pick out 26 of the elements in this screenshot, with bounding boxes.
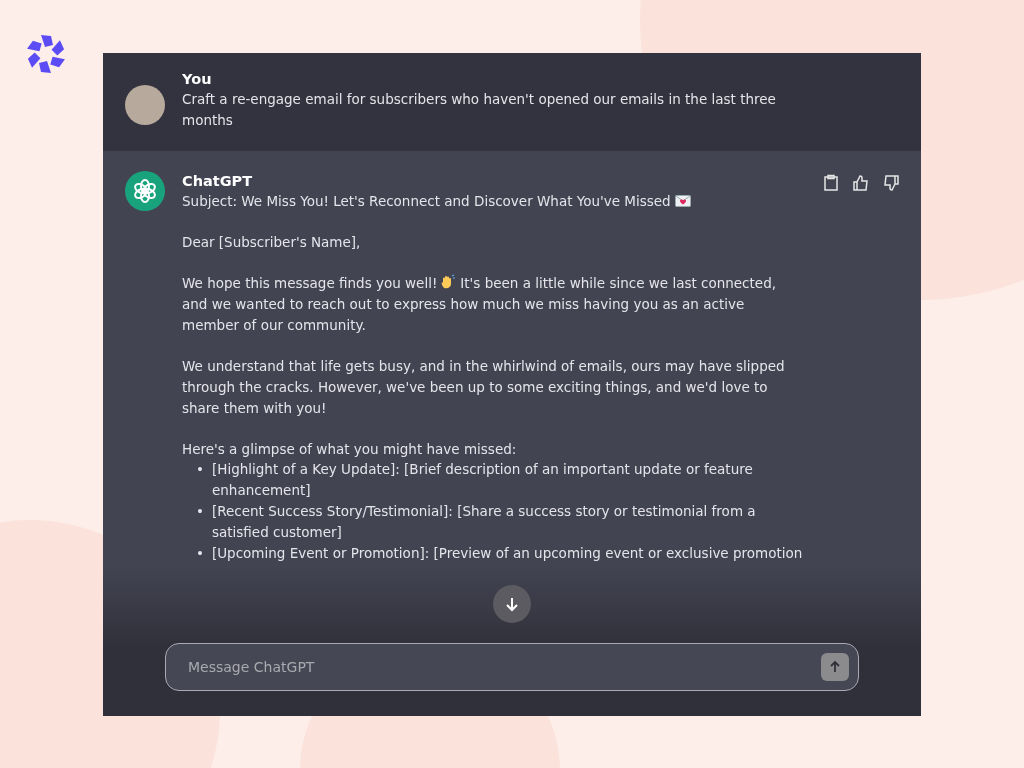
- bullet-item: [Highlight of a Key Update]: [Brief description of an important update or feature enhancement]: [211, 460, 754, 500]
- bullet-marker: •: [196, 460, 204, 479]
- user-message: Craft a re-engage email for subscribers who haven't opened our emails in the last three months: [182, 90, 777, 130]
- user-avatar: [125, 85, 165, 125]
- thumbs-down-icon[interactable]: [881, 173, 901, 193]
- send-button[interactable]: [821, 653, 849, 681]
- arrow-up-icon: [828, 660, 842, 674]
- logo-icon: [24, 32, 68, 76]
- email-paragraph: Dear [Subscriber's Name],: [182, 234, 361, 250]
- bullet-marker: •: [196, 502, 204, 521]
- author-name: You: [182, 70, 212, 89]
- arrow-down-icon: [504, 596, 520, 612]
- thumbs-up-icon[interactable]: [851, 173, 871, 193]
- email-paragraph: We hope this message finds you well! It's been a little while since we last connected, and we wanted to reach out to express how much we miss having you as an active member of our community.: [182, 273, 777, 335]
- email-subject: Subject: We Miss You! Let's Reconnect and Discover What You've Missed: [182, 193, 671, 209]
- message-input[interactable]: Message ChatGPT: [165, 643, 859, 691]
- bullet-item: [Recent Success Story/Testimonial]: [Share a success story or testimonial from a satisfied customer]: [211, 502, 757, 542]
- bullet-marker: •: [196, 544, 204, 563]
- author-name: ChatGPT: [182, 172, 253, 191]
- scroll-down-button[interactable]: [493, 585, 531, 623]
- clipboard-icon[interactable]: [821, 173, 841, 193]
- bullet-item: [Upcoming Event or Promotion]: [Preview of an upcoming event or exclusive promotion: [211, 544, 803, 563]
- waving-hand-icon: [440, 274, 457, 290]
- email-paragraph: Here's a glimpse of what you might have missed:: [182, 441, 517, 457]
- assistant-logo-icon: [125, 171, 165, 211]
- email-paragraph: We understand that life gets busy, and in the whirlwind of emails, ours may have slipped through the cracks. However, we've been up to some exciting things, and we'd love to share them with you!: [182, 358, 785, 416]
